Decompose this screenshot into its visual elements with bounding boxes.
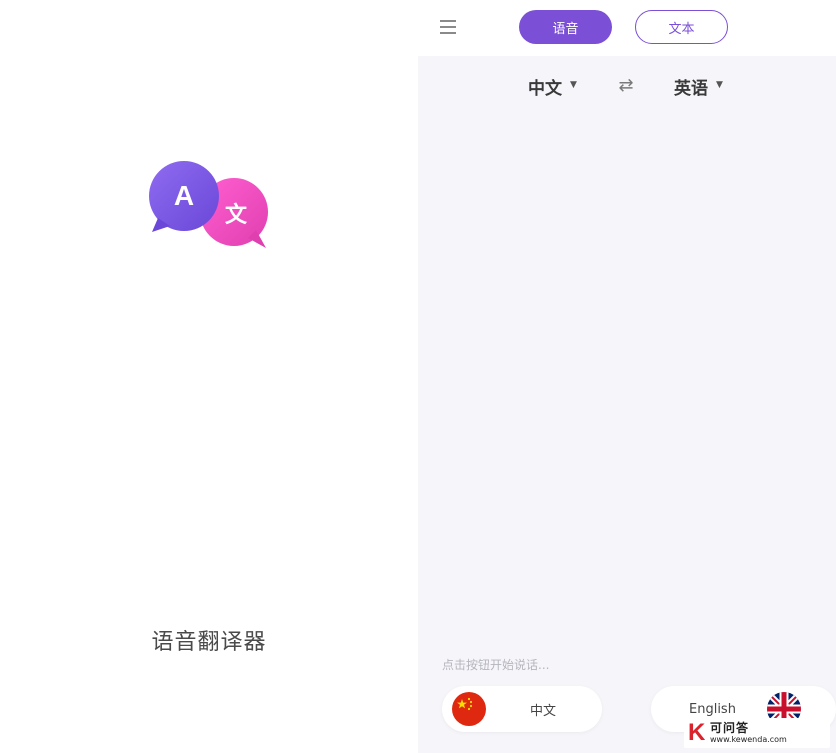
watermark-badge: K 可问答 www.kewenda.com <box>684 718 830 748</box>
target-language-select[interactable]: 英语 ▼ <box>674 74 723 99</box>
logo-letter-a: A <box>174 180 194 211</box>
speak-hint: 点击按钮开始说话... <box>442 658 550 672</box>
tab-text[interactable]: 文本 <box>635 10 728 44</box>
source-language-select[interactable]: 中文 ▼ <box>528 74 577 99</box>
tab-voice[interactable]: 语音 <box>519 10 612 44</box>
chevron-down-icon: ▼ <box>716 80 723 90</box>
app-logo-icon: A 文 <box>148 160 272 252</box>
watermark-url: www.kewenda.com <box>710 735 787 744</box>
translator-screen: 语音 文本 中文 ▼ ⇄ 英语 ▼ 点击按钮开始说话... 中文 English <box>418 0 836 753</box>
splash-screen: A 文 语音翻译器 <box>0 0 418 753</box>
top-bar: 语音 文本 <box>418 0 836 56</box>
chevron-down-icon: ▼ <box>570 80 577 90</box>
hamburger-menu-icon[interactable] <box>440 18 456 34</box>
app-name: 语音翻译器 <box>151 630 267 655</box>
swap-arrows-icon[interactable]: ⇄ <box>616 76 636 96</box>
speak-chinese-button[interactable]: 中文 <box>442 686 602 732</box>
china-flag-icon <box>452 692 486 726</box>
language-bar: 中文 ▼ ⇄ 英语 ▼ <box>418 68 836 104</box>
watermark-logo: K <box>688 719 706 746</box>
target-language-label: 英语 <box>674 78 708 99</box>
speak-chinese-label: 中文 <box>530 703 557 719</box>
logo-letter-wen: 文 <box>225 202 248 228</box>
source-language-label: 中文 <box>528 78 562 99</box>
watermark-title: 可问答 <box>710 721 750 735</box>
